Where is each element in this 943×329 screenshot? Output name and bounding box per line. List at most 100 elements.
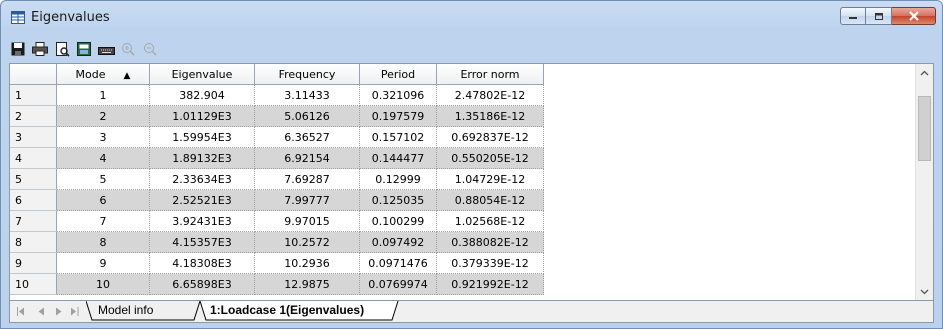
cell-error-norm[interactable]: 0.379339E-12 bbox=[436, 252, 544, 274]
row-number[interactable]: 3 bbox=[10, 126, 57, 148]
table-row[interactable]: 3 3 1.59954E3 6.36527 0.157102 0.692837E-12 bbox=[10, 126, 544, 148]
cell-eigenvalue[interactable]: 3.92431E3 bbox=[149, 210, 255, 232]
table-row[interactable]: 2 2 1.01129E3 5.06126 0.197579 1.35186E-12 bbox=[10, 105, 544, 127]
zoom-in-icon[interactable] bbox=[119, 40, 137, 58]
print-preview-icon[interactable] bbox=[53, 40, 71, 58]
print-icon[interactable] bbox=[31, 40, 49, 58]
column-header-mode[interactable]: Mode ▲ bbox=[56, 64, 150, 85]
cell-mode[interactable]: 8 bbox=[56, 231, 150, 253]
zoom-out-icon[interactable] bbox=[141, 40, 159, 58]
title-bar[interactable]: Eigenvalues bbox=[1, 1, 942, 35]
cell-frequency[interactable]: 10.2936 bbox=[254, 252, 360, 274]
tab-model-info[interactable]: Model info bbox=[98, 301, 153, 319]
cell-error-norm[interactable]: 1.04729E-12 bbox=[436, 168, 544, 190]
cell-period[interactable]: 0.100299 bbox=[359, 210, 437, 232]
cell-frequency[interactable]: 12.9875 bbox=[254, 273, 360, 295]
cell-eigenvalue[interactable]: 6.65898E3 bbox=[149, 273, 255, 295]
table-row[interactable]: 10 10 6.65898E3 12.9875 0.0769974 0.921992E-1… bbox=[10, 273, 544, 295]
cell-mode[interactable]: 5 bbox=[56, 168, 150, 190]
vertical-scrollbar[interactable] bbox=[915, 64, 933, 300]
cell-eigenvalue[interactable]: 4.18308E3 bbox=[149, 252, 255, 274]
previous-tab-button[interactable] bbox=[34, 304, 48, 318]
row-number[interactable]: 4 bbox=[10, 147, 57, 169]
cell-period[interactable]: 0.157102 bbox=[359, 126, 437, 148]
last-tab-button[interactable] bbox=[68, 304, 82, 318]
cell-eigenvalue[interactable]: 1.01129E3 bbox=[149, 105, 255, 127]
keyboard-icon[interactable] bbox=[97, 40, 115, 58]
cell-eigenvalue[interactable]: 2.52521E3 bbox=[149, 189, 255, 211]
table-row[interactable]: 7 7 3.92431E3 9.97015 0.100299 1.02568E-12 bbox=[10, 210, 544, 232]
column-header-frequency[interactable]: Frequency bbox=[254, 64, 360, 85]
cell-frequency[interactable]: 5.06126 bbox=[254, 105, 360, 127]
cell-mode[interactable]: 1 bbox=[56, 84, 150, 106]
cell-error-norm[interactable]: 0.88054E-12 bbox=[436, 189, 544, 211]
cell-period[interactable]: 0.197579 bbox=[359, 105, 437, 127]
row-number[interactable]: 2 bbox=[10, 105, 57, 127]
first-tab-button[interactable] bbox=[14, 304, 28, 318]
tab-loadcase-1-eigenvalues[interactable]: 1:Loadcase 1(Eigenvalues) bbox=[210, 301, 365, 319]
cell-period[interactable]: 0.0971476 bbox=[359, 252, 437, 274]
cell-mode[interactable]: 6 bbox=[56, 189, 150, 211]
cell-mode[interactable]: 9 bbox=[56, 252, 150, 274]
cell-mode[interactable]: 10 bbox=[56, 273, 150, 295]
row-number[interactable]: 8 bbox=[10, 231, 57, 253]
cell-frequency[interactable]: 3.11433 bbox=[254, 84, 360, 106]
minimize-icon bbox=[849, 17, 857, 19]
cell-eigenvalue[interactable]: 1.89132E3 bbox=[149, 147, 255, 169]
cell-eigenvalue[interactable]: 4.15357E3 bbox=[149, 231, 255, 253]
column-header-eigenvalue[interactable]: Eigenvalue bbox=[149, 64, 255, 85]
cell-error-norm[interactable]: 0.921992E-12 bbox=[436, 273, 544, 295]
cell-error-norm[interactable]: 1.35186E-12 bbox=[436, 105, 544, 127]
scroll-up-button[interactable] bbox=[916, 64, 933, 81]
cell-period[interactable]: 0.321096 bbox=[359, 84, 437, 106]
table-row[interactable]: 4 4 1.89132E3 6.92154 0.144477 0.550205E-12 bbox=[10, 147, 544, 169]
table-row[interactable]: 6 6 2.52521E3 7.99777 0.125035 0.88054E-12 bbox=[10, 189, 544, 211]
cell-eigenvalue[interactable]: 2.33634E3 bbox=[149, 168, 255, 190]
cell-error-norm[interactable]: 1.02568E-12 bbox=[436, 210, 544, 232]
corner-header[interactable] bbox=[10, 64, 57, 85]
cell-eigenvalue[interactable]: 1.59954E3 bbox=[149, 126, 255, 148]
cell-frequency[interactable]: 9.97015 bbox=[254, 210, 360, 232]
save-icon[interactable] bbox=[9, 40, 27, 58]
column-header-error-norm[interactable]: Error norm bbox=[436, 64, 544, 85]
table-row[interactable]: 5 5 2.33634E3 7.69287 0.12999 1.04729E-12 bbox=[10, 168, 544, 190]
cell-period[interactable]: 0.144477 bbox=[359, 147, 437, 169]
cell-error-norm[interactable]: 2.47802E-12 bbox=[436, 84, 544, 106]
cell-period[interactable]: 0.097492 bbox=[359, 231, 437, 253]
table-row[interactable]: 1 1 382.904 3.11433 0.321096 2.47802E-12 bbox=[10, 84, 544, 106]
cell-eigenvalue[interactable]: 382.904 bbox=[149, 84, 255, 106]
row-number[interactable]: 9 bbox=[10, 252, 57, 274]
next-tab-button[interactable] bbox=[52, 304, 66, 318]
minimize-button[interactable] bbox=[840, 7, 866, 25]
cell-error-norm[interactable]: 0.388082E-12 bbox=[436, 231, 544, 253]
cell-error-norm[interactable]: 0.550205E-12 bbox=[436, 147, 544, 169]
row-number[interactable]: 1 bbox=[10, 84, 57, 106]
scroll-down-button[interactable] bbox=[916, 283, 933, 300]
close-button[interactable] bbox=[892, 7, 936, 25]
eigenvalues-grid: Mode ▲ Eigenvalue Frequency Period Error … bbox=[9, 63, 934, 301]
maximize-button[interactable] bbox=[866, 7, 892, 25]
cell-frequency[interactable]: 10.2572 bbox=[254, 231, 360, 253]
table-row[interactable]: 8 8 4.15357E3 10.2572 0.097492 0.388082E-12 bbox=[10, 231, 544, 253]
cell-mode[interactable]: 4 bbox=[56, 147, 150, 169]
toolbar bbox=[9, 38, 159, 60]
row-number[interactable]: 6 bbox=[10, 189, 57, 211]
cell-frequency[interactable]: 7.69287 bbox=[254, 168, 360, 190]
row-number[interactable]: 10 bbox=[10, 273, 57, 295]
cell-period[interactable]: 0.0769974 bbox=[359, 273, 437, 295]
column-header-period[interactable]: Period bbox=[359, 64, 437, 85]
cell-error-norm[interactable]: 0.692837E-12 bbox=[436, 126, 544, 148]
cell-frequency[interactable]: 7.99777 bbox=[254, 189, 360, 211]
table-row[interactable]: 9 9 4.18308E3 10.2936 0.0971476 0.379339E-12 bbox=[10, 252, 544, 274]
cell-frequency[interactable]: 6.36527 bbox=[254, 126, 360, 148]
cell-period[interactable]: 0.12999 bbox=[359, 168, 437, 190]
row-number[interactable]: 7 bbox=[10, 210, 57, 232]
export-icon[interactable] bbox=[75, 40, 93, 58]
cell-period[interactable]: 0.125035 bbox=[359, 189, 437, 211]
cell-frequency[interactable]: 6.92154 bbox=[254, 147, 360, 169]
cell-mode[interactable]: 3 bbox=[56, 126, 150, 148]
row-number[interactable]: 5 bbox=[10, 168, 57, 190]
scroll-thumb[interactable] bbox=[918, 96, 931, 161]
cell-mode[interactable]: 7 bbox=[56, 210, 150, 232]
cell-mode[interactable]: 2 bbox=[56, 105, 150, 127]
